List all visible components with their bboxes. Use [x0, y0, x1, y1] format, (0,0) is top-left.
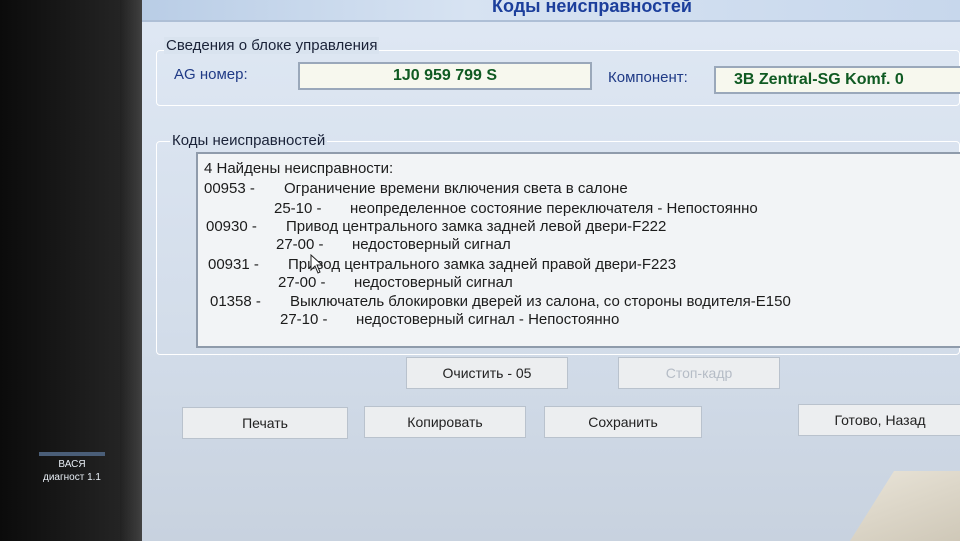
title-bar: Коды неисправностей: [142, 0, 960, 22]
fault-code: 00931 -: [208, 256, 259, 273]
vag-number-label: AG номер:: [174, 66, 248, 83]
freeze-frame-button[interactable]: Стоп-кадр: [618, 357, 780, 389]
fault-sub-code: 27-10 -: [280, 311, 328, 328]
fault-count-header: 4 Найдены неисправности:: [204, 160, 394, 177]
app-window: Коды неисправностей Сведения о блоке упр…: [142, 0, 960, 541]
vasya-diagnost-shortcut[interactable]: ВАСЯ диагност 1.1: [36, 452, 108, 484]
fault-description: Привод центрального замка задней левой д…: [286, 218, 667, 235]
copy-button[interactable]: Копировать: [364, 406, 526, 438]
fault-sub-code: 25-10 -: [274, 200, 322, 217]
fault-code: 00930 -: [206, 218, 257, 235]
fault-sub-description: недостоверный сигнал: [352, 236, 511, 253]
vag-number-field[interactable]: 1J0 959 799 S: [298, 62, 592, 90]
fault-codes-list[interactable]: 4 Найдены неисправности: 00953 - Огранич…: [196, 152, 960, 348]
print-button[interactable]: Печать: [182, 407, 348, 439]
fault-sub-description: недостоверный сигнал: [354, 274, 513, 291]
shortcut-label-line1: ВАСЯ: [58, 459, 86, 470]
control-unit-group-label: Сведения о блоке управления: [164, 37, 380, 54]
fault-code: 00953 -: [204, 180, 255, 197]
fault-codes-group-label: Коды неисправностей: [170, 132, 328, 149]
fault-code: 01358 -: [210, 293, 261, 310]
shortcut-label-line2: диагност 1.1: [43, 472, 101, 483]
clear-codes-button[interactable]: Очистить - 05: [406, 357, 568, 389]
done-back-button[interactable]: Готово, Назад: [798, 404, 960, 436]
fault-sub-code: 27-00 -: [278, 274, 326, 291]
fault-sub-code: 27-00 -: [276, 236, 324, 253]
shortcut-icon: [39, 452, 105, 456]
fault-description: Выключатель блокировки дверей из салона,…: [290, 293, 791, 310]
component-field[interactable]: 3B Zentral-SG Komf. 0: [714, 66, 960, 94]
fault-sub-description: недостоверный сигнал - Непостоянно: [356, 311, 620, 328]
save-button[interactable]: Сохранить: [544, 406, 702, 438]
fault-description: Ограничение времени включения света в са…: [284, 180, 628, 197]
fault-sub-description: неопределенное состояние переключателя -…: [350, 200, 758, 217]
mouse-cursor-icon: [310, 254, 324, 274]
component-label: Компонент:: [608, 69, 688, 86]
fault-description: Привод центрального замка задней правой …: [288, 256, 677, 273]
window-title: Коды неисправностей: [492, 0, 692, 16]
